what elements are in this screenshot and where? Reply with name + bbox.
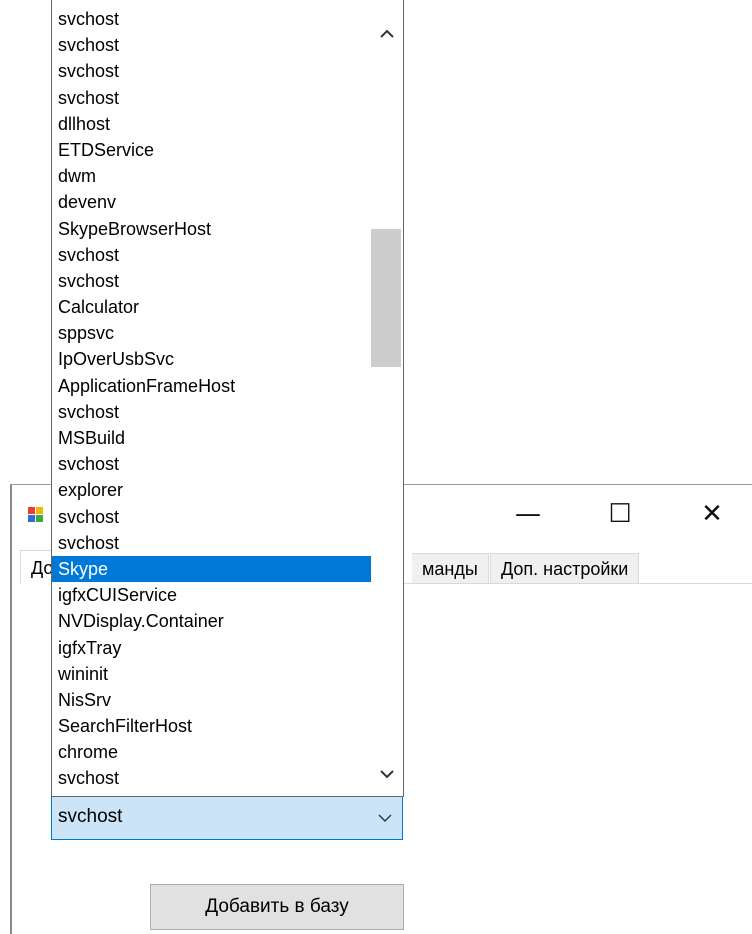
minimize-button[interactable]: —	[482, 485, 574, 543]
process-list-item[interactable]: dwm	[52, 163, 372, 189]
process-list-item[interactable]: IpOverUsbSvc	[52, 346, 372, 372]
process-list-item[interactable]: svchost	[52, 268, 372, 294]
process-list-item[interactable]: dllhost	[52, 111, 372, 137]
process-list-item[interactable]: ApplicationFrameHost	[52, 373, 372, 399]
process-list-item[interactable]: NVDisplay.Container	[52, 608, 372, 634]
process-list-item[interactable]: svchost	[52, 504, 372, 530]
chevron-down-icon	[380, 770, 394, 779]
process-list-item[interactable]: NisSrv	[52, 687, 372, 713]
tab-commands[interactable]: манды	[412, 553, 489, 583]
chevron-down-icon[interactable]	[378, 811, 392, 825]
screen: — ☐ ✕ До манды Доп. настройки svchost До…	[0, 0, 752, 934]
process-list-item[interactable]: MSBuild	[52, 425, 372, 451]
process-list-item[interactable]: igfxCUIService	[52, 582, 372, 608]
process-list-item[interactable]: svchost	[52, 6, 372, 32]
process-list-item[interactable]: svchost	[52, 32, 372, 58]
process-list-item[interactable]: sppsvc	[52, 320, 372, 346]
process-list: svchost svchost svchost svchost dllhost ETDSe…	[52, 6, 372, 792]
process-list-item[interactable]: svchost	[52, 399, 372, 425]
process-combobox[interactable]: svchost	[51, 796, 403, 840]
add-to-database-button[interactable]: Добавить в базу	[150, 884, 404, 930]
combobox-value: svchost	[58, 806, 123, 827]
process-list-item[interactable]: wininit	[52, 661, 372, 687]
close-button[interactable]: ✕	[666, 485, 752, 543]
scroll-thumb[interactable]	[371, 229, 401, 367]
tab-extra-settings[interactable]: Доп. настройки	[490, 553, 640, 583]
process-list-item[interactable]: SkypeBrowserHost	[52, 216, 372, 242]
process-list-item[interactable]: SearchFilterHost	[52, 713, 372, 739]
process-list-item[interactable]: igfxTray	[52, 635, 372, 661]
process-dropdown-list[interactable]: svchost svchost svchost svchost dllhost ETDSe…	[51, 0, 404, 797]
process-list-item[interactable]: ETDService	[52, 137, 372, 163]
process-list-item[interactable]: Calculator	[52, 294, 372, 320]
process-list-item[interactable]: svchost	[52, 451, 372, 477]
process-list-item[interactable]: explorer	[52, 477, 372, 503]
process-list-item[interactable]: devenv	[52, 189, 372, 215]
app-window-icon	[28, 507, 44, 523]
scroll-up-button[interactable]	[371, 18, 403, 50]
process-list-item[interactable]: svchost	[52, 765, 372, 791]
process-list-item[interactable]: svchost	[52, 58, 372, 84]
dropdown-scrollbar[interactable]	[371, 0, 403, 796]
process-list-item[interactable]: Skype	[52, 555, 372, 583]
scroll-down-button[interactable]	[371, 758, 403, 790]
process-list-item[interactable]: svchost	[52, 530, 372, 556]
maximize-button[interactable]: ☐	[574, 485, 666, 543]
process-list-item[interactable]: svchost	[52, 242, 372, 268]
chevron-up-icon	[380, 29, 394, 38]
process-list-item[interactable]: chrome	[52, 739, 372, 765]
process-list-item[interactable]: svchost	[52, 85, 372, 111]
